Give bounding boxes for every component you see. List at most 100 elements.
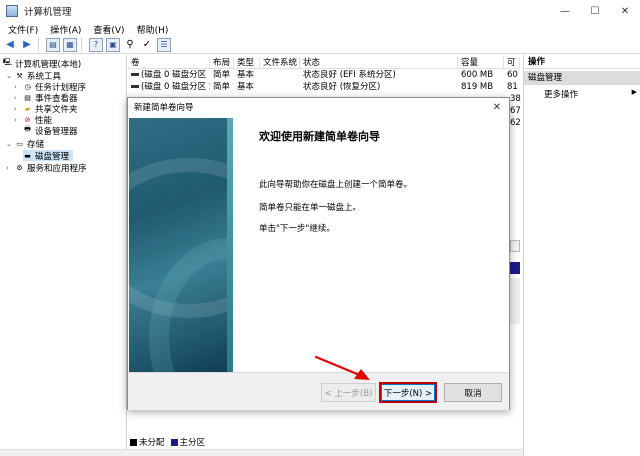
- computer-icon: 🖳: [2, 58, 13, 66]
- scroll-up-button[interactable]: [510, 240, 520, 252]
- maximize-button[interactable]: ☐: [580, 0, 610, 22]
- primary-partition-bar[interactable]: [509, 262, 520, 274]
- table-row[interactable]: (磁盘 0 磁盘分区 1) 简单 基本 状态良好 (EFI 系统分区) 600 …: [128, 70, 520, 81]
- more-actions-arrow-icon[interactable]: ▶: [632, 88, 637, 96]
- expand-chevron-icon[interactable]: ›: [14, 94, 22, 102]
- disk-area-scroll[interactable]: [510, 278, 520, 324]
- tree-item-disk-management[interactable]: ▬ 磁盘管理: [23, 150, 74, 162]
- disk-icon: ▬: [24, 151, 31, 160]
- tree-item-shared-folders[interactable]: › ▰ 共享文件夹: [14, 103, 78, 115]
- expand-chevron-icon[interactable]: ›: [14, 83, 22, 91]
- actions-header: 操作: [524, 55, 640, 69]
- tree-item-event-viewer[interactable]: › ▤ 事件查看器: [14, 92, 78, 104]
- free-cell: 67: [510, 106, 521, 116]
- dialog-close-icon[interactable]: ✕: [493, 98, 501, 118]
- cancel-button[interactable]: 取消: [444, 383, 502, 402]
- menu-action[interactable]: 操作(A): [50, 23, 81, 36]
- column-type[interactable]: 类型: [234, 57, 260, 69]
- next-button[interactable]: 下一步(N) >: [379, 382, 437, 403]
- tree-item-label: 磁盘管理: [35, 151, 70, 162]
- volume-cell: (磁盘 0 磁盘分区 1): [128, 70, 210, 81]
- capacity-cell: 819 MB: [461, 82, 494, 92]
- expand-chevron-icon[interactable]: ›: [14, 116, 22, 124]
- free-cell: 38: [510, 94, 521, 104]
- column-capacity[interactable]: 容量: [458, 57, 504, 69]
- event-log-icon: ▤: [24, 93, 31, 102]
- legend-unallocated-label: 未分配: [139, 438, 165, 448]
- legend-primary-label: 主分区: [179, 438, 206, 448]
- computer-management-icon: [6, 5, 18, 17]
- navigation-tree: 🖳 计算机管理(本地) ⌄ ⚒ 系统工具 › ◷ 任务计划程序 › ▤ 事件查看…: [0, 55, 127, 456]
- properties-icon[interactable]: ▣: [106, 37, 120, 52]
- column-free[interactable]: 可: [504, 57, 520, 69]
- wizard-description: 单击"下一步"继续。: [259, 224, 335, 234]
- tree-item-storage[interactable]: ⌄ ▭ 存储: [6, 138, 45, 150]
- volume-cell: (磁盘 0 磁盘分区 5): [128, 82, 210, 93]
- checklist-icon[interactable]: ✓: [140, 38, 154, 52]
- legend-primary-swatch: [170, 438, 178, 446]
- tree-item-device-manager[interactable]: 🖶 设备管理器: [23, 125, 77, 137]
- tree-item-services-apps[interactable]: › ⚙ 服务和应用程序: [6, 162, 87, 174]
- volume-list-header: 卷 布局 类型 文件系统 状态 容量 可: [128, 57, 520, 69]
- toolbar: ◀ ▶ ▤ ▦ ? ▣ ⚲ ✓ ☰: [0, 36, 640, 54]
- column-filesystem[interactable]: 文件系统: [260, 57, 300, 69]
- collapse-chevron-icon[interactable]: ⌄: [6, 72, 14, 80]
- status-cell: 状态良好 (恢复分区): [303, 82, 381, 92]
- next-button-label: 下一步(N) >: [381, 384, 435, 401]
- storage-icon: ▭: [16, 139, 23, 148]
- actions-section-disk-management[interactable]: 磁盘管理: [524, 71, 640, 85]
- column-layout[interactable]: 布局: [210, 57, 234, 69]
- tree-item-task-scheduler[interactable]: › ◷ 任务计划程序: [14, 81, 86, 93]
- tree-item-label: 计算机管理(本地): [15, 59, 82, 70]
- settings-icon[interactable]: ☰: [157, 37, 171, 52]
- tools-icon: ⚒: [16, 71, 23, 80]
- menu-view[interactable]: 查看(V): [93, 23, 124, 36]
- tree-item-root[interactable]: 🖳 计算机管理(本地): [2, 58, 82, 70]
- actions-pane: 操作 磁盘管理 更多操作 ▶: [523, 55, 640, 456]
- free-cell: 81: [507, 82, 518, 92]
- wizard-description: 此向导帮助你在磁盘上创建一个简单卷。: [259, 180, 413, 190]
- tree-item-label: 存储: [27, 139, 45, 150]
- up-folder-icon[interactable]: ▤: [46, 37, 60, 52]
- free-cell: 62: [510, 118, 521, 128]
- dialog-title: 新建简单卷向导: [128, 98, 509, 118]
- close-button[interactable]: ✕: [610, 0, 640, 22]
- column-status[interactable]: 状态: [300, 57, 458, 69]
- menu-file[interactable]: 文件(F): [8, 23, 38, 36]
- title-bar: 计算机管理 — ☐ ✕: [0, 0, 640, 22]
- volume-icon: [131, 85, 139, 88]
- tree-item-label: 服务和应用程序: [27, 163, 87, 174]
- connect-icon[interactable]: ⚲: [123, 38, 137, 52]
- volume-icon: [131, 73, 139, 76]
- wizard-banner-image: [129, 118, 233, 372]
- minimize-button[interactable]: —: [550, 0, 580, 22]
- device-manager-icon: 🖶: [24, 125, 31, 133]
- table-row[interactable]: (磁盘 0 磁盘分区 5) 简单 基本 状态良好 (恢复分区) 819 MB 8…: [128, 82, 520, 93]
- status-cell: 状态良好 (EFI 系统分区): [303, 70, 396, 80]
- help-icon[interactable]: ?: [89, 37, 103, 52]
- show-hide-tree-icon[interactable]: ▦: [63, 37, 77, 52]
- expand-chevron-icon[interactable]: ›: [6, 164, 14, 172]
- collapse-chevron-icon[interactable]: ⌄: [6, 140, 14, 148]
- tree-item-performance[interactable]: › ⊘ 性能: [14, 114, 52, 126]
- shared-folder-icon: ▰: [24, 104, 31, 113]
- column-volume[interactable]: 卷: [128, 57, 210, 69]
- free-cell: 60: [507, 70, 518, 80]
- more-actions-link[interactable]: 更多操作: [544, 88, 578, 100]
- wizard-heading: 欢迎使用新建简单卷向导: [259, 130, 380, 143]
- fs-cell: [260, 70, 300, 81]
- legend-unallocated-swatch: [130, 438, 137, 446]
- toolbar-separator: [38, 38, 39, 51]
- forward-arrow-icon[interactable]: ▶: [20, 38, 34, 52]
- tree-item-system-tools[interactable]: ⌄ ⚒ 系统工具: [6, 70, 61, 82]
- menu-bar: 文件(F) 操作(A) 查看(V) 帮助(H): [0, 22, 640, 36]
- layout-cell: 简单: [213, 70, 231, 80]
- menu-help[interactable]: 帮助(H): [137, 23, 169, 36]
- banner-strip: [227, 118, 233, 372]
- services-icon: ⚙: [16, 163, 23, 172]
- performance-icon: ⊘: [24, 115, 31, 124]
- back-button[interactable]: < 上一步(B): [321, 383, 376, 402]
- back-arrow-icon[interactable]: ◀: [3, 38, 17, 52]
- expand-chevron-icon[interactable]: ›: [14, 105, 22, 113]
- window-title: 计算机管理: [24, 7, 72, 18]
